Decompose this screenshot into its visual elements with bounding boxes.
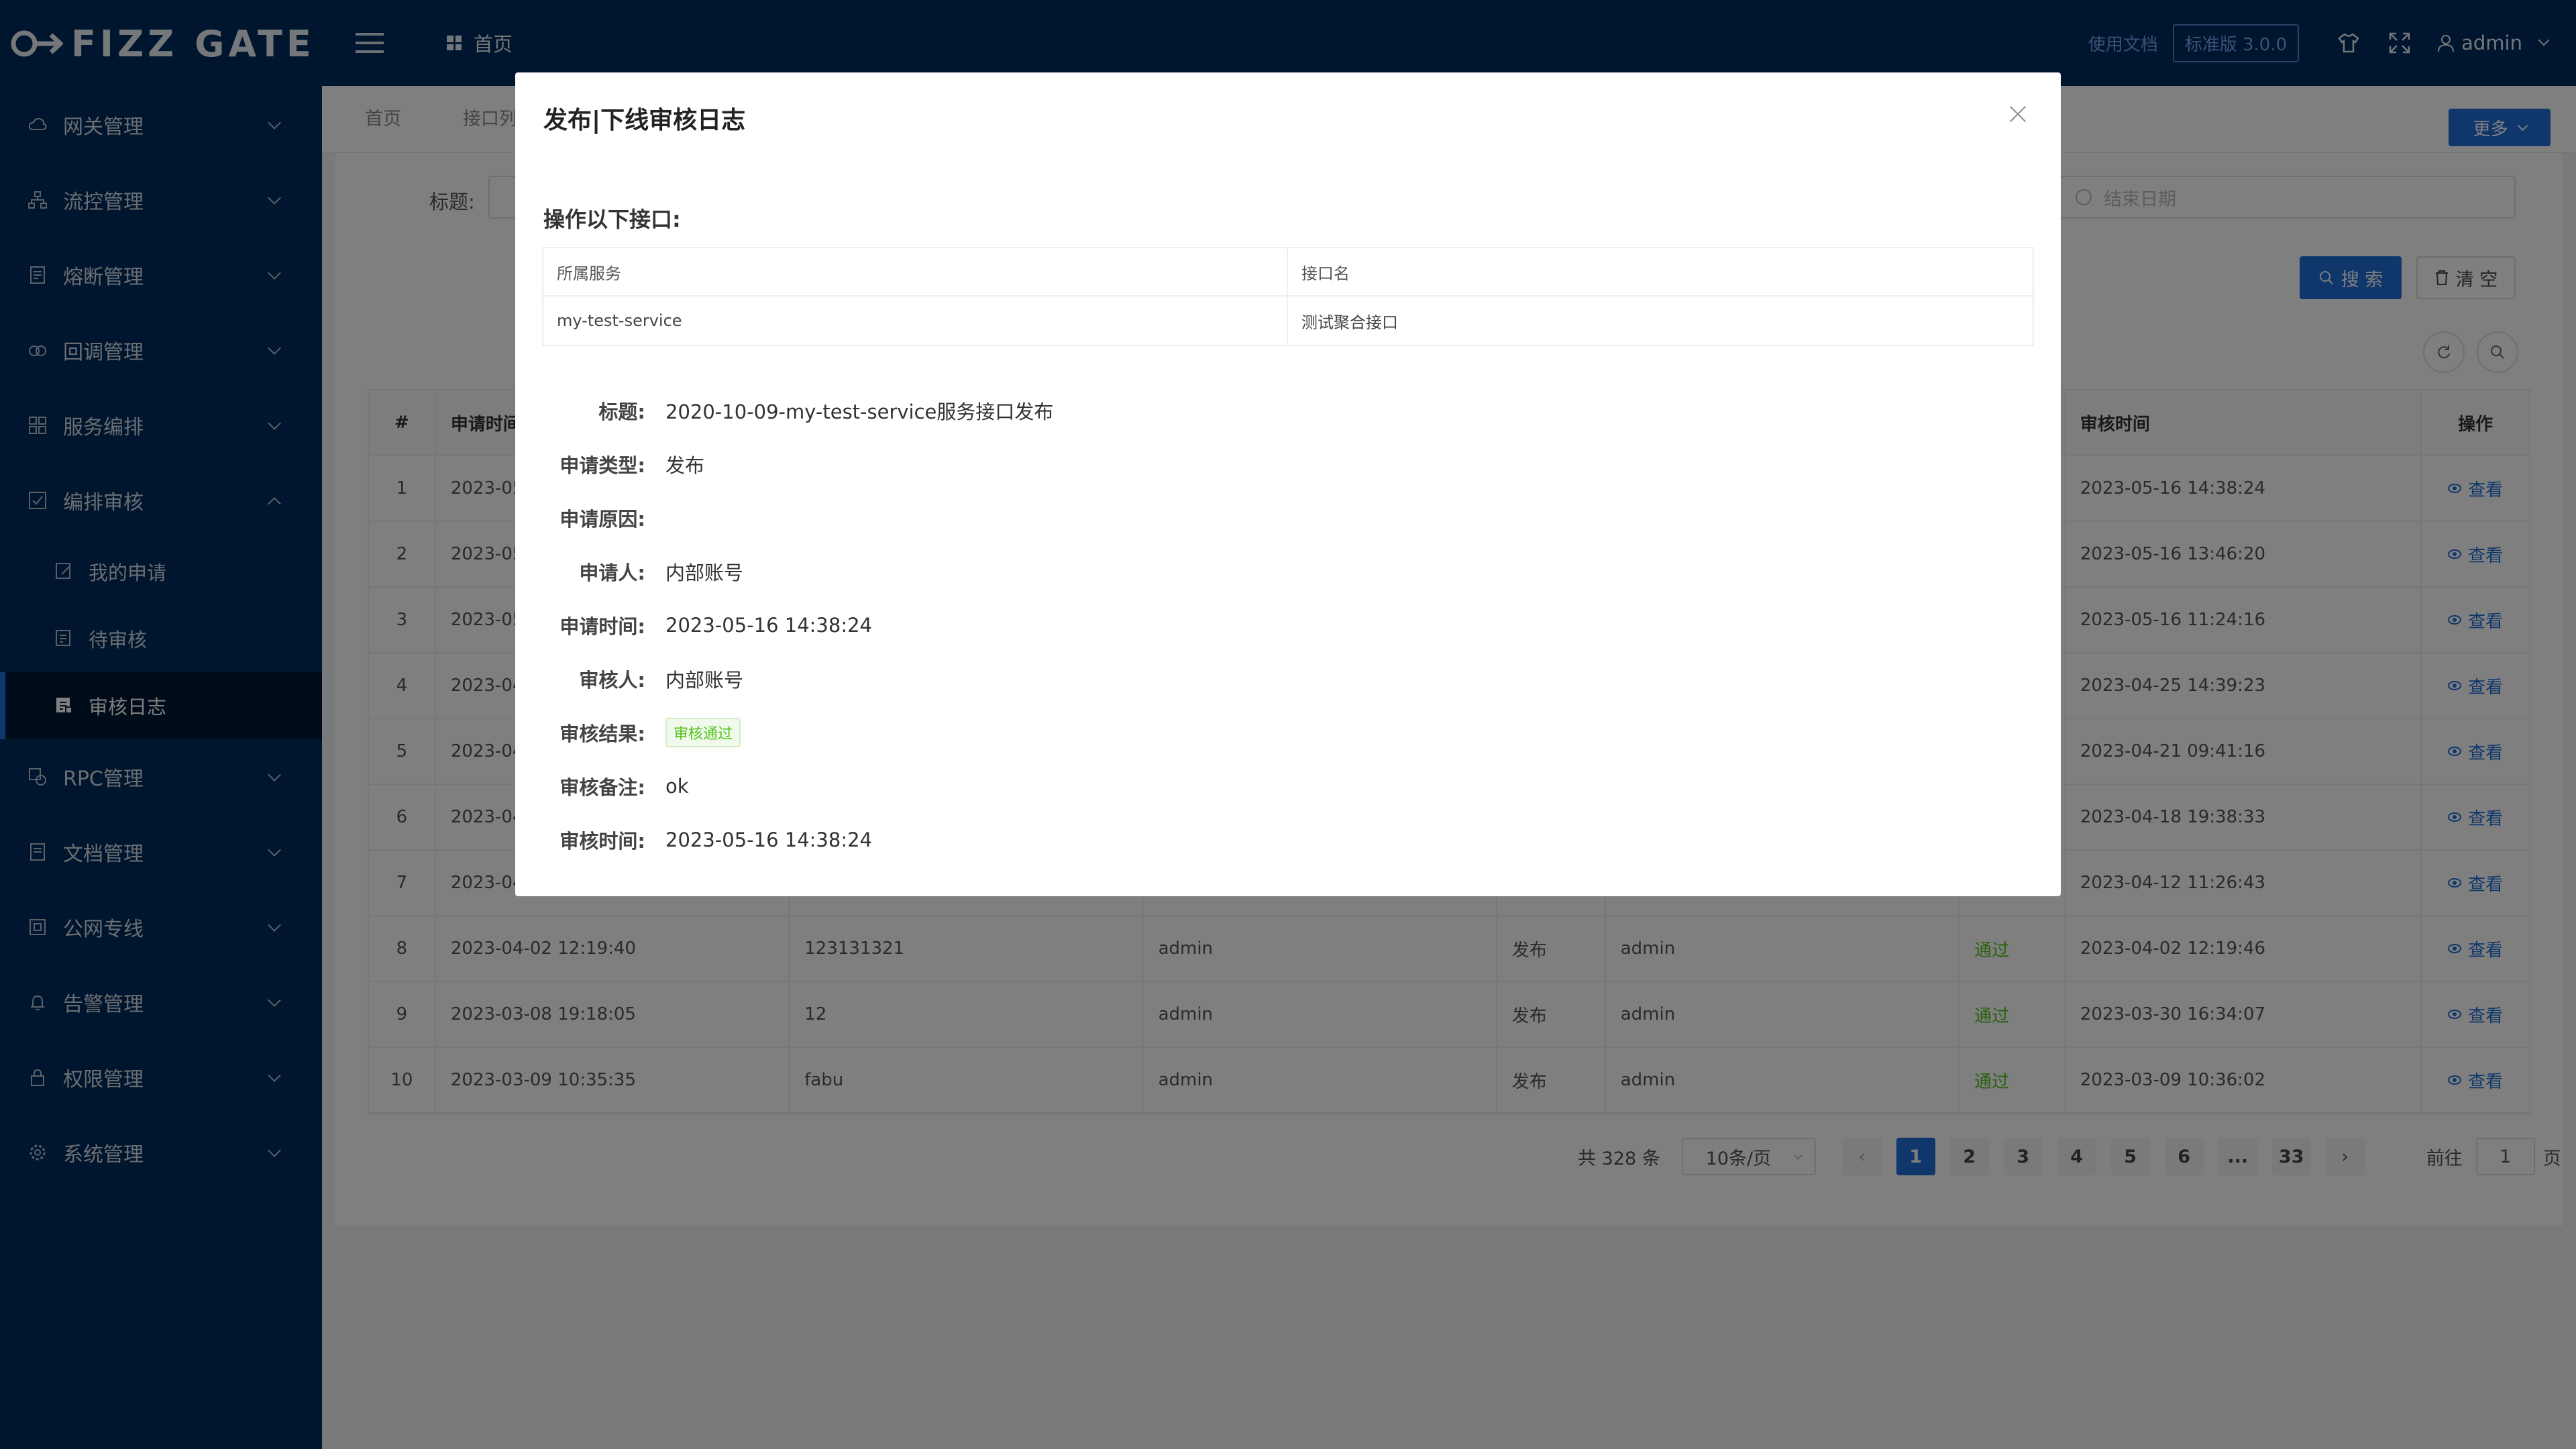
detail-apply-reason: 申请原因: bbox=[515, 498, 665, 538]
interfaces-header-row: 所属服务 接口名 bbox=[543, 248, 2033, 297]
column-header-service: 所属服务 bbox=[543, 248, 1288, 295]
detail-value: 内部账号 bbox=[665, 561, 744, 584]
table-row: my-test-service 测试聚合接口 bbox=[543, 297, 2033, 345]
interface-service: my-test-service bbox=[543, 297, 1288, 345]
detail-value: ok bbox=[665, 775, 689, 798]
detail-audit-remark: 审核备注: ok bbox=[515, 766, 689, 806]
interfaces-heading: 操作以下接口: bbox=[543, 207, 681, 232]
detail-audit-result: 审核结果: 审核通过 bbox=[515, 712, 741, 753]
close-icon[interactable] bbox=[2006, 102, 2030, 126]
detail-value: 2023-05-16 14:38:24 bbox=[665, 614, 872, 637]
detail-value: 2020-10-09-my-test-service服务接口发布 bbox=[665, 400, 1054, 423]
detail-label: 审核备注: bbox=[559, 776, 645, 799]
detail-audit-time: 审核时间: 2023-05-16 14:38:24 bbox=[515, 820, 872, 860]
detail-label: 申请人: bbox=[579, 561, 645, 584]
detail-applicant: 申请人: 内部账号 bbox=[515, 551, 743, 592]
detail-auditor: 审核人: 内部账号 bbox=[515, 659, 743, 699]
detail-value: 发布 bbox=[665, 454, 705, 477]
dialog-title: 发布|下线审核日志 bbox=[543, 107, 746, 134]
detail-label: 审核时间: bbox=[559, 830, 645, 853]
detail-value: 内部账号 bbox=[665, 669, 744, 692]
detail-label: 申请类型: bbox=[559, 454, 645, 477]
detail-label: 审核结果: bbox=[559, 722, 645, 745]
interfaces-table: 所属服务 接口名 my-test-service 测试聚合接口 bbox=[542, 247, 2034, 346]
detail-title: 标题: 2020-10-09-my-test-service服务接口发布 bbox=[515, 390, 1053, 431]
detail-label: 标题: bbox=[598, 400, 645, 423]
detail-label: 申请时间: bbox=[559, 615, 645, 638]
interface-name: 测试聚合接口 bbox=[1301, 313, 1398, 332]
detail-label: 申请原因: bbox=[559, 508, 645, 531]
audit-log-detail-dialog: 发布|下线审核日志 操作以下接口: 所属服务 接口名 my-test-servi… bbox=[515, 72, 2061, 896]
status-badge: 审核通过 bbox=[665, 718, 741, 747]
detail-value: 2023-05-16 14:38:24 bbox=[665, 828, 872, 851]
column-header-interface-name: 接口名 bbox=[1301, 264, 1350, 283]
detail-apply-time: 申请时间: 2023-05-16 14:38:24 bbox=[515, 605, 872, 645]
detail-apply-type: 申请类型: 发布 bbox=[515, 444, 704, 484]
detail-label: 审核人: bbox=[579, 669, 645, 692]
